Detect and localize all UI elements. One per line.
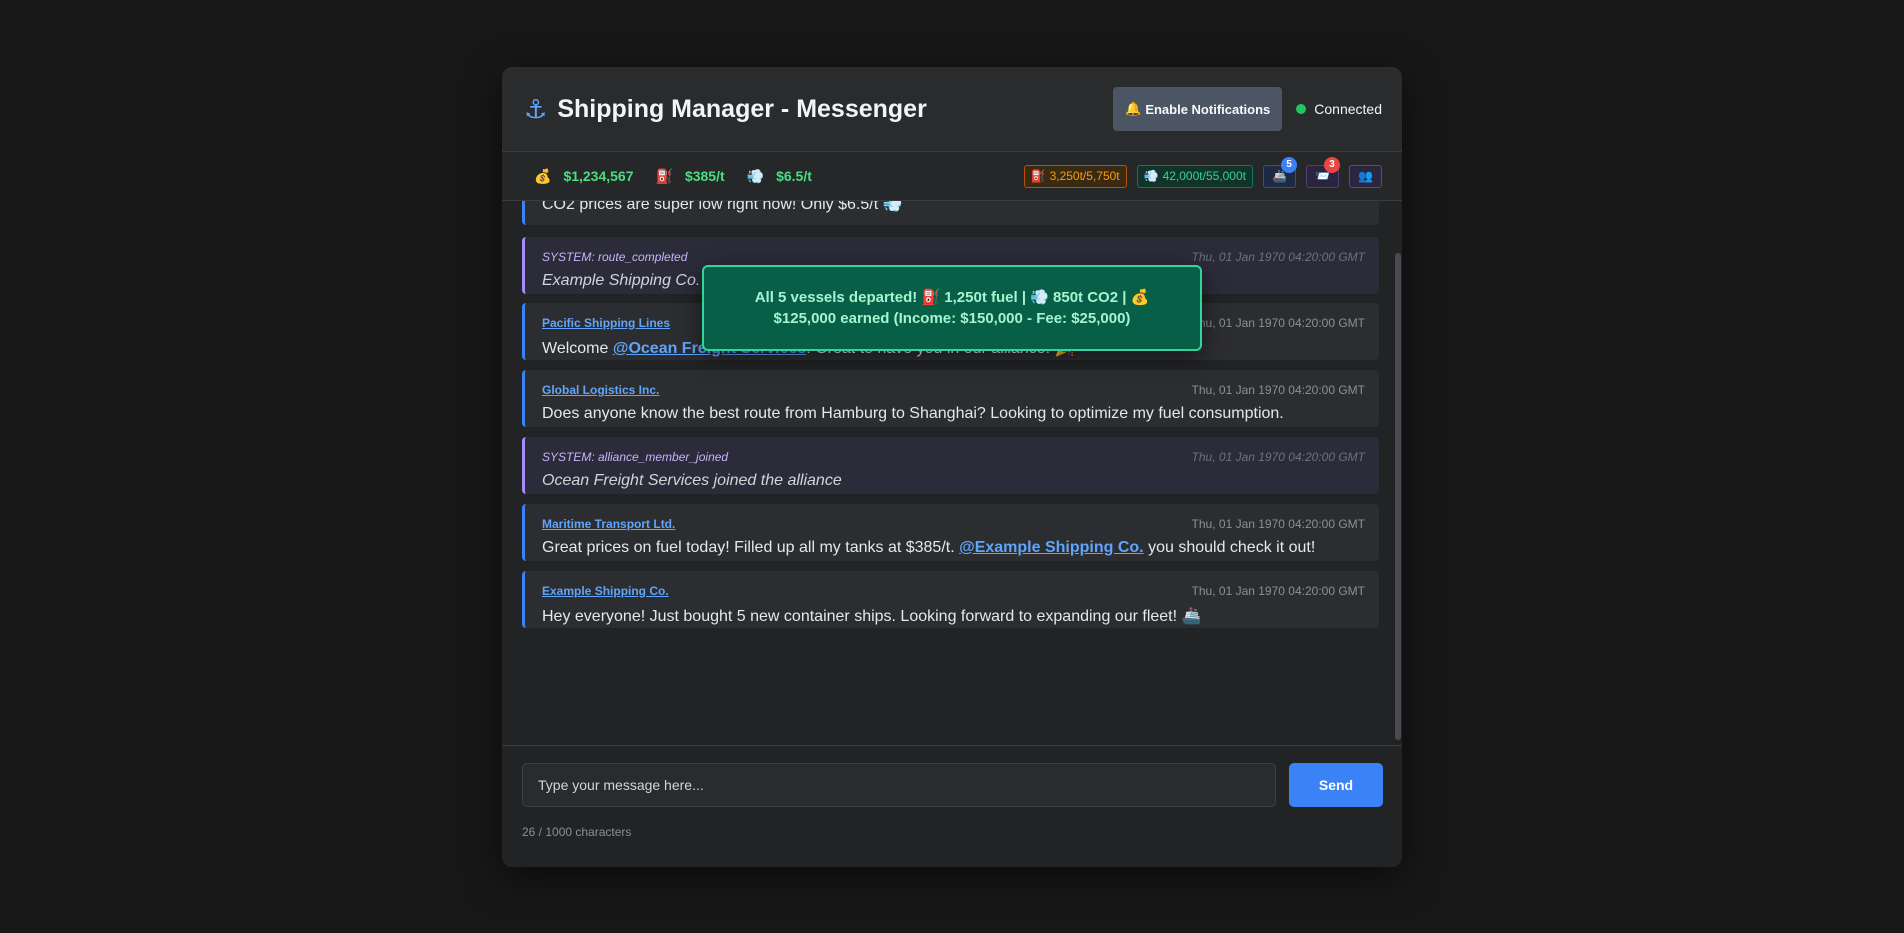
bell-icon: 🔔 <box>1125 101 1142 116</box>
status-dot-icon <box>1296 104 1307 114</box>
app-title: Shipping Manager - Messenger <box>557 94 927 123</box>
message-timestamp: Thu, 01 Jan 1970 04:20:00 GMT <box>1191 517 1365 531</box>
send-button[interactable]: Send <box>1289 763 1383 807</box>
toast-line: All 5 vessels departed! ⛽ 1,250t fuel | … <box>754 289 1150 306</box>
message-timestamp: Thu, 01 Jan 1970 04:20:00 GMT <box>1191 584 1365 598</box>
money-bag-icon: 💰 <box>534 167 552 184</box>
cash-stat: 💰 $1,234,567 <box>534 168 634 185</box>
message-text: CO2 prices are super low right now! Only… <box>542 201 903 213</box>
message-text: Great prices on fuel today! Filled up al… <box>542 539 1315 557</box>
message-timestamp: Thu, 01 Jan 1970 04:20:00 GMT <box>1191 383 1365 397</box>
message-text: Example Shipping Co. c <box>542 272 713 289</box>
message-timestamp: Thu, 01 Jan 1970 04:20:00 GMT <box>1191 450 1365 464</box>
departure-toast: All 5 vessels departed! ⛽ 1,250t fuel | … <box>702 265 1202 351</box>
toast-text: All 5 vessels departed! ⛽ 1,250t fuel | … <box>755 287 1150 329</box>
message-text-part: you should check it out! <box>1143 539 1316 556</box>
message-author-link[interactable]: Maritime Transport Ltd. <box>542 517 675 531</box>
user-mention-link[interactable]: @Example Shipping Co. <box>959 539 1144 556</box>
message-text: Does anyone know the best route from Ham… <box>542 405 1284 422</box>
header-actions: 🔔 Enable Notifications Connected <box>1113 87 1382 131</box>
messenger-window: ⚓ Shipping Manager - Messenger 🔔 Enable … <box>502 67 1402 867</box>
co2-cloud-icon: 💨 <box>1143 169 1159 183</box>
message-author-link[interactable]: Example Shipping Co. <box>542 584 669 598</box>
message-item: Global Logistics Inc. Thu, 01 Jan 1970 0… <box>522 370 1379 427</box>
system-event-label: SYSTEM: route_completed <box>542 250 688 264</box>
message-timestamp: Thu, 01 Jan 1970 04:20:00 GMT <box>1191 250 1365 264</box>
system-event-label: SYSTEM: alliance_member_joined <box>542 450 729 464</box>
message-item: CO2 prices are super low right now! Only… <box>522 201 1379 225</box>
message-input[interactable] <box>522 763 1276 807</box>
fuel-storage-badge[interactable]: ⛽ 3,250t/5,750t <box>1023 164 1127 188</box>
fuel-pump-icon: ⛽ <box>1030 169 1046 183</box>
scrollbar-thumb[interactable] <box>1395 253 1401 740</box>
message-timestamp: Thu, 01 Jan 1970 04:20:00 GMT <box>1191 316 1365 330</box>
fuel-storage-value: 3,250t/5,750t <box>1049 169 1120 183</box>
vessels-button[interactable]: 🚢 5 <box>1263 156 1297 188</box>
vessels-count-badge: 5 <box>1281 156 1297 173</box>
enable-notifications-label: Enable Notifications <box>1145 101 1271 117</box>
message-author-link[interactable]: Pacific Shipping Lines <box>542 316 670 330</box>
message-text-part: Welcome <box>542 340 613 357</box>
co2-price-stat: 💨 $6.5/t <box>747 168 812 185</box>
enable-notifications-button[interactable]: 🔔 Enable Notifications <box>1113 87 1283 131</box>
anchor-icon: ⚓ <box>524 94 548 124</box>
stats-bar: 💰 $1,234,567 ⛽ $385/t 💨 $6.5/t ⛽ 3,250t/… <box>502 152 1402 201</box>
app-header: ⚓ Shipping Manager - Messenger 🔔 Enable … <box>502 67 1402 152</box>
status-badges: ⛽ 3,250t/5,750t 💨 42,000t/55,000t 🚢 5 📨 … <box>1023 156 1382 188</box>
character-count: 26 / 1000 characters <box>522 825 632 839</box>
alliance-button[interactable]: 👥 <box>1349 164 1382 188</box>
message-text-part: Great prices on fuel today! Filled up al… <box>542 539 960 556</box>
message-item: Example Shipping Co. Thu, 01 Jan 1970 04… <box>522 571 1379 628</box>
message-text: Hey everyone! Just bought 5 new containe… <box>542 608 1202 625</box>
fuel-price-stat: ⛽ $385/t <box>656 168 725 185</box>
messages-count-badge: 3 <box>1324 156 1340 173</box>
message-author-link[interactable]: Global Logistics Inc. <box>542 383 659 397</box>
people-icon: 👥 <box>1358 169 1373 183</box>
co2-price-value: $6.5/t <box>776 168 812 184</box>
message-text: Ocean Freight Services joined the allian… <box>542 472 842 489</box>
fuel-pump-icon: ⛽ <box>655 167 673 184</box>
messages-button[interactable]: 📨 3 <box>1306 156 1340 188</box>
system-message-item: SYSTEM: alliance_member_joined Thu, 01 J… <box>522 437 1379 494</box>
cash-value: $1,234,567 <box>563 168 634 184</box>
message-item: Maritime Transport Ltd. Thu, 01 Jan 1970… <box>522 504 1379 561</box>
toast-line: $125,000 earned (Income: $150,000 - Fee:… <box>773 310 1131 327</box>
co2-storage-badge[interactable]: 💨 42,000t/55,000t <box>1136 164 1253 188</box>
connection-status: Connected <box>1296 101 1382 117</box>
message-list-scrollbar[interactable] <box>1394 201 1402 745</box>
fuel-price-value: $385/t <box>684 168 725 184</box>
co2-cloud-icon: 💨 <box>746 167 765 184</box>
co2-storage-value: 42,000t/55,000t <box>1162 169 1246 183</box>
status-label: Connected <box>1314 101 1382 117</box>
